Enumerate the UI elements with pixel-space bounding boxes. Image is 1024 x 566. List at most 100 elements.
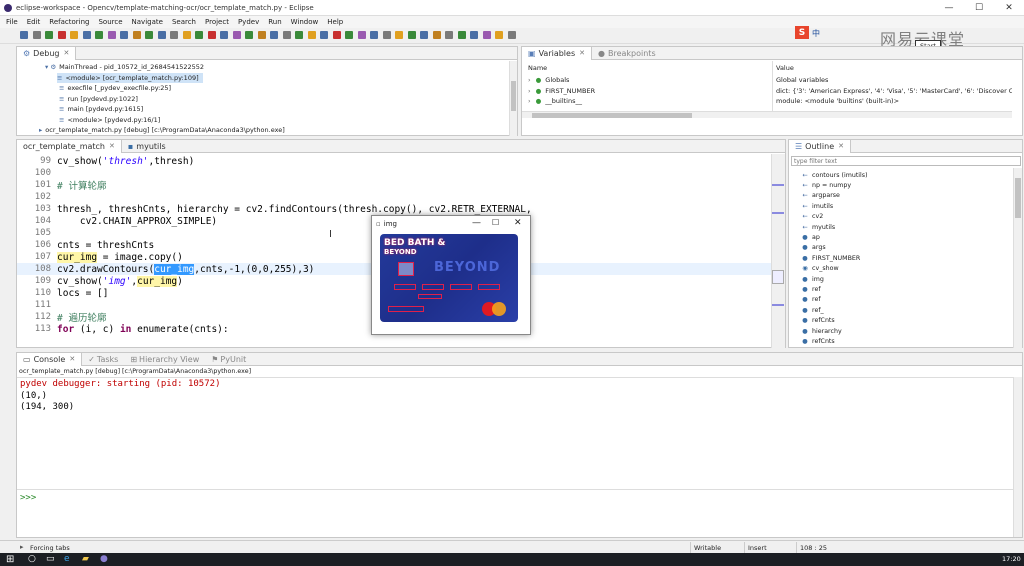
menu-item-navigate[interactable]: Navigate <box>132 18 163 26</box>
toolbar-icon[interactable] <box>170 31 178 39</box>
tab-outline[interactable]: ☰ Outline ✕ <box>789 139 851 153</box>
outline-item[interactable]: ← contours (imutils) <box>801 170 867 180</box>
outline-item[interactable]: ● ref_ <box>801 305 823 315</box>
stack-frame-row[interactable]: ≡ execfile [_pydev_execfile.py:25] <box>59 83 171 93</box>
close-icon[interactable]: ✕ <box>69 355 75 363</box>
toolbar-icon[interactable] <box>470 31 478 39</box>
outline-item[interactable]: ● ref <box>801 284 820 294</box>
expand-icon[interactable]: › <box>528 97 531 105</box>
outline-item[interactable]: ● refCnts <box>801 336 834 346</box>
menu-item-source[interactable]: Source <box>98 18 122 26</box>
variable-name[interactable]: › ● Globals <box>528 75 569 85</box>
toolbar-icon[interactable] <box>457 31 466 39</box>
outline-item[interactable]: ● hierarchy <box>801 326 841 336</box>
toolbar-icon[interactable] <box>420 31 428 39</box>
close-button[interactable]: ✕ <box>994 0 1024 16</box>
menu-item-search[interactable]: Search <box>172 18 196 26</box>
toolbar-icon[interactable] <box>245 31 253 39</box>
debug-scrollbar[interactable] <box>509 61 517 136</box>
tab-myutils[interactable]: ▪ myutils <box>122 140 172 153</box>
tab-debug[interactable]: ⚙ Debug ✕ <box>17 46 77 60</box>
outline-item[interactable]: ← myutils <box>801 222 835 232</box>
task-view-icon[interactable]: ▭ <box>46 554 55 564</box>
search-icon[interactable]: ○ <box>28 554 36 564</box>
toolbar-icon[interactable] <box>145 31 153 39</box>
toolbar-icon[interactable] <box>445 31 453 39</box>
toolbar-icon[interactable] <box>282 31 291 39</box>
img-close-button[interactable]: ✕ <box>514 218 522 228</box>
outline-item[interactable]: ● args <box>801 243 825 253</box>
toolbar-icon[interactable] <box>32 31 41 39</box>
toolbar-icon[interactable] <box>307 31 316 39</box>
menu-item-help[interactable]: Help <box>327 18 343 26</box>
outline-item[interactable]: ● ap <box>801 232 820 242</box>
toolbar-icon[interactable] <box>270 31 278 39</box>
variable-name[interactable]: › ● FIRST_NUMBER <box>528 86 595 96</box>
expand-icon[interactable]: › <box>528 87 531 95</box>
menu-item-edit[interactable]: Edit <box>27 18 41 26</box>
outline-item[interactable]: ● refCnts <box>801 316 834 326</box>
toolbar-icon[interactable] <box>70 31 78 39</box>
tab-tasks[interactable]: ✓ Tasks <box>82 353 124 366</box>
img-minimize-button[interactable]: — <box>472 218 481 228</box>
toolbar-icon[interactable] <box>120 31 128 39</box>
tab-ocr-template-match[interactable]: ocr_template_match ✕ <box>17 139 122 153</box>
code-line[interactable]: 100 <box>17 167 785 179</box>
thread-row[interactable]: ▾ ⚙ MainThread - pid_10572_id_26845415225… <box>45 62 204 72</box>
outline-item[interactable]: ← imutils <box>801 201 833 211</box>
stack-frame-row[interactable]: ≡ run [pydevd.py:1022] <box>59 94 138 104</box>
tab-variables[interactable]: ▣ Variables ✕ <box>522 46 592 60</box>
img-window[interactable]: ▫ img — ☐ ✕ BED BATH & BEYOND BEYOND <box>371 215 531 335</box>
stack-frame-row[interactable]: ≡ <module> [pydevd.py:16/1] <box>59 115 160 125</box>
variables-hscrollbar[interactable] <box>522 111 1012 118</box>
menu-item-project[interactable]: Project <box>205 18 229 26</box>
menu-item-file[interactable]: File <box>6 18 18 26</box>
outline-item[interactable]: ● FIRST_NUMBER <box>801 253 860 263</box>
toolbar-icon[interactable] <box>332 31 341 39</box>
toolbar-icon[interactable] <box>382 31 391 39</box>
toolbar-icon[interactable] <box>195 31 203 39</box>
toolbar-icon[interactable] <box>345 31 353 39</box>
process-row[interactable]: ▸ ocr_template_match.py [debug] [c:\Progr… <box>39 125 285 135</box>
toolbar-icon[interactable] <box>320 31 328 39</box>
outline-item[interactable]: ← cv2 <box>801 212 823 222</box>
toolbar-icon[interactable] <box>220 31 228 39</box>
toolbar-icon[interactable] <box>20 31 28 39</box>
console-prompt[interactable]: >>> <box>20 493 36 503</box>
tab-pyunit[interactable]: ⚑ PyUnit <box>205 353 252 366</box>
menu-item-pydev[interactable]: Pydev <box>238 18 259 26</box>
tab-breakpoints[interactable]: ● Breakpoints <box>592 47 662 60</box>
eclipse-taskbar-icon[interactable]: ● <box>100 554 108 564</box>
console-scrollbar[interactable] <box>1013 377 1022 537</box>
toolbar-icon[interactable] <box>482 31 491 39</box>
toolbar-icon[interactable] <box>107 31 116 39</box>
toolbar-icon[interactable] <box>295 31 303 39</box>
code-line[interactable]: 99 cv_show('thresh' ,thresh) <box>17 155 785 167</box>
windows-start-icon[interactable]: ⊞ <box>6 554 14 565</box>
code-line[interactable]: 103 thresh_, threshCnts, hierarchy = cv2.… <box>17 203 785 215</box>
editor-overview-ruler[interactable] <box>771 154 785 348</box>
close-icon[interactable]: ✕ <box>109 142 115 150</box>
close-icon[interactable]: ✕ <box>579 49 585 57</box>
toolbar-icon[interactable] <box>395 31 403 39</box>
toolbar-icon[interactable] <box>82 31 91 39</box>
toolbar-icon[interactable] <box>357 31 366 39</box>
edge-icon[interactable]: e <box>64 554 70 564</box>
toolbar-icon[interactable] <box>57 31 66 39</box>
stack-frame-row[interactable]: ≡ main [pydevd.py:1615] <box>59 104 143 114</box>
explorer-icon[interactable]: ▰ <box>82 554 89 564</box>
toolbar-icon[interactable] <box>95 31 103 39</box>
minimize-button[interactable]: — <box>934 0 964 16</box>
toolbar-icon[interactable] <box>432 31 441 39</box>
toolbar-icon[interactable] <box>207 31 216 39</box>
expand-icon[interactable]: › <box>528 76 531 84</box>
menu-item-refactoring[interactable]: Refactoring <box>49 18 89 26</box>
toolbar-icon[interactable] <box>507 31 516 39</box>
toolbar-icon[interactable] <box>407 31 416 39</box>
toolbar-icon[interactable] <box>257 31 266 39</box>
toolbar-icon[interactable] <box>132 31 141 39</box>
outline-scrollbar[interactable] <box>1013 168 1022 348</box>
tab-hierarchy-view[interactable]: ⊞ Hierarchy View <box>124 353 205 366</box>
toolbar-icon[interactable] <box>157 31 166 39</box>
code-line[interactable]: 101 # 计算轮廓 <box>17 179 785 192</box>
